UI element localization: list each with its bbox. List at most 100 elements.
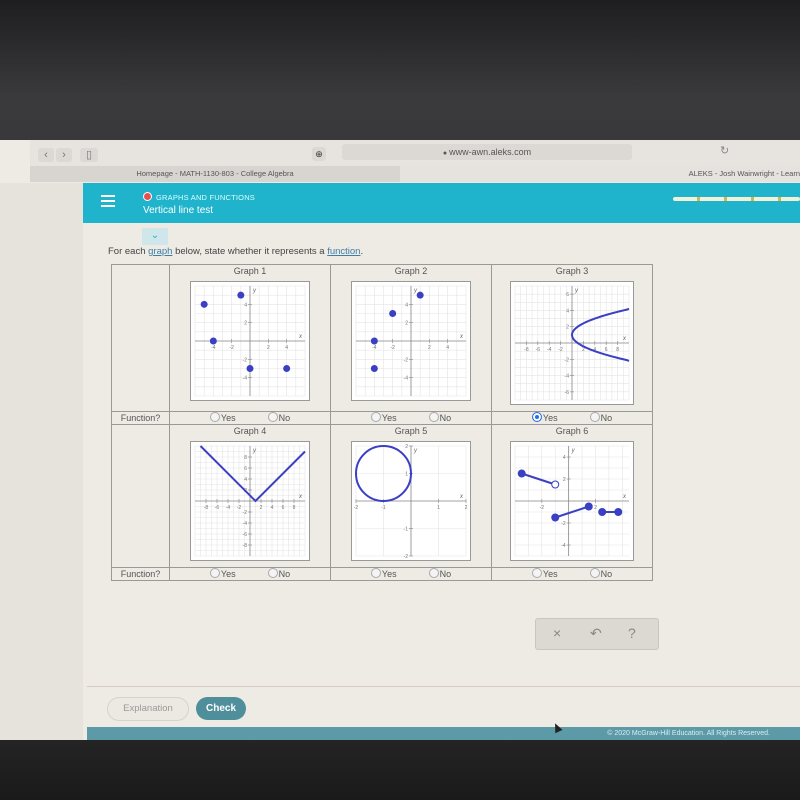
data-point bbox=[416, 291, 424, 299]
footer: © 2020 McGraw-Hill Education. All Rights… bbox=[87, 727, 800, 740]
answer-group-5: Yes No bbox=[330, 567, 492, 581]
x-tick-label: 2 bbox=[465, 505, 468, 511]
y-tick-label: -4 bbox=[565, 374, 570, 380]
graph-cell-4: Graph 4 x y -8 -6 -4 -2 2 4 6 8 -8 -6 -4 -2 2 4 6 8 bbox=[169, 424, 331, 568]
y-tick-label: -6 bbox=[243, 532, 248, 538]
left-margin bbox=[0, 183, 83, 740]
x-tick-label: -2 bbox=[229, 345, 234, 351]
graph-4-yes-radio[interactable]: Yes bbox=[209, 568, 236, 580]
graph-6-yes-radio[interactable]: Yes bbox=[531, 568, 558, 580]
graph-title-3: Graph 3 bbox=[555, 266, 589, 276]
y-tick-label: 4 bbox=[566, 308, 569, 314]
graph-1-no-radio[interactable]: No bbox=[267, 412, 290, 424]
clear-icon[interactable]: × bbox=[553, 625, 561, 641]
graph-title-2: Graph 2 bbox=[394, 266, 428, 276]
back-button[interactable]: ‹ bbox=[38, 148, 54, 162]
y-tick-label: -1 bbox=[404, 527, 409, 533]
x-tick-label: 2 bbox=[428, 345, 431, 351]
function-link[interactable]: function bbox=[327, 246, 360, 257]
x-tick-label: 6 bbox=[605, 347, 608, 353]
data-point bbox=[370, 337, 378, 345]
question-prompt: For each graph below, state whether it r… bbox=[108, 246, 363, 257]
endpoint bbox=[551, 513, 560, 522]
data-point bbox=[246, 365, 254, 372]
x-tick-label: -6 bbox=[536, 347, 541, 353]
tab-aleks[interactable]: ALEKS - Josh Wainwright - Learn bbox=[400, 166, 800, 182]
x-tick-label: -4 bbox=[226, 505, 231, 511]
extension-icon[interactable]: ⊕ bbox=[312, 147, 326, 161]
explanation-button[interactable]: Explanation bbox=[107, 697, 189, 721]
undo-icon[interactable]: ↶ bbox=[590, 625, 602, 642]
graph-6-no-radio[interactable]: No bbox=[589, 568, 612, 580]
graph-title-4: Graph 4 bbox=[233, 426, 267, 436]
x-tick-label: 4 bbox=[285, 345, 288, 351]
graph-4-no-radio[interactable]: No bbox=[267, 568, 290, 580]
graph-title-5: Graph 5 bbox=[394, 426, 428, 436]
y-tick-label: 2 bbox=[566, 325, 569, 331]
y-tick-label: 4 bbox=[563, 455, 566, 461]
y-tick-label: 4 bbox=[405, 302, 408, 308]
x-tick-label: 4 bbox=[271, 505, 274, 511]
tab-homepage[interactable]: Homepage - MATH-1130-803 - College Algeb… bbox=[30, 166, 400, 182]
y-axis-label: y bbox=[252, 448, 257, 454]
graph-5-no-radio[interactable]: No bbox=[428, 568, 451, 580]
x-tick-label: -6 bbox=[215, 505, 220, 511]
y-tick-label: 1 bbox=[405, 472, 408, 478]
graph-5-yes-radio[interactable]: Yes bbox=[370, 568, 397, 580]
x-tick-label: 6 bbox=[282, 505, 285, 511]
y-tick-label: -4 bbox=[243, 376, 248, 382]
expand-chevron-icon[interactable]: ⌄ bbox=[142, 228, 168, 245]
x-tick-label: 4 bbox=[446, 345, 449, 351]
divider bbox=[87, 686, 800, 687]
help-icon[interactable]: ? bbox=[628, 625, 636, 641]
y-axis-label: y bbox=[571, 448, 576, 454]
x-tick-label: -4 bbox=[211, 345, 216, 351]
graph-4-plot: xy-8 -6 -4 -2 2 4 6 8-8-6-4-22468 bbox=[190, 441, 310, 561]
graph-cell-2: Graph 2 x y -4 -2 2 4 -4 -2 2 4 bbox=[330, 264, 492, 412]
graph-3-no-radio[interactable]: No bbox=[589, 412, 612, 424]
prompt-text-2: below, state whether it represents a bbox=[172, 246, 328, 257]
graph-3-yes-radio[interactable]: Yes bbox=[531, 412, 558, 424]
graph-title-1: Graph 1 bbox=[233, 266, 267, 276]
graph-5-plot: x y -2 -1 1 2 -2 -1 1 2 bbox=[351, 441, 471, 561]
answer-group-2: Yes No bbox=[330, 411, 492, 425]
y-axis-label: y bbox=[574, 288, 579, 294]
graph-3-plot: xy-8 -6 -4 -2 2 4 6 8-6-4-2246 bbox=[510, 281, 634, 405]
y-tick-label: -2 bbox=[243, 510, 248, 516]
y-tick-label: -2 bbox=[565, 357, 570, 363]
graph-cell-1: Graph 1 x y -4 -2 2 4 -4 -2 2 4 bbox=[169, 264, 331, 412]
y-tick-label: 2 bbox=[405, 444, 408, 450]
graph-1-plot: x y -4 -2 2 4 -4 -2 2 4 bbox=[190, 281, 310, 401]
graph-title-6: Graph 6 bbox=[555, 426, 589, 436]
graph-2-no-radio[interactable]: No bbox=[428, 412, 451, 424]
graph-1-yes-radio[interactable]: Yes bbox=[209, 412, 236, 424]
data-point bbox=[200, 300, 208, 308]
y-tick-label: -4 bbox=[243, 521, 248, 527]
y-tick-label: 2 bbox=[563, 477, 566, 483]
graph-cell-6: Graph 6 x y -2 2 -4 -2 2 4 bbox=[491, 424, 653, 568]
y-tick-label: 2 bbox=[405, 321, 408, 327]
data-point bbox=[370, 365, 378, 372]
y-tick-label: -6 bbox=[565, 390, 570, 396]
sidebar-toggle-icon[interactable]: ▯ bbox=[80, 148, 98, 162]
graph-link[interactable]: graph bbox=[148, 246, 172, 257]
check-button[interactable]: Check bbox=[196, 697, 246, 720]
answer-group-3: Yes No bbox=[491, 411, 653, 425]
graph-2-yes-radio[interactable]: Yes bbox=[370, 412, 397, 424]
x-tick-label: -2 bbox=[540, 505, 545, 511]
x-axis-label: x bbox=[298, 494, 303, 500]
y-tick-label: -2 bbox=[404, 357, 409, 363]
answer-group-4: Yes No bbox=[169, 567, 331, 581]
reload-icon[interactable]: ↻ bbox=[720, 144, 729, 157]
address-bar[interactable]: ● www-awn.aleks.com bbox=[342, 144, 632, 160]
y-tick-label: 2 bbox=[244, 321, 247, 327]
topic-status-icon bbox=[143, 192, 152, 201]
progress-bar bbox=[673, 197, 800, 201]
screen: ‹ › ▯ ⊕ ● www-awn.aleks.com ↻ Homepage -… bbox=[0, 140, 800, 740]
y-tick-label: -4 bbox=[404, 376, 409, 382]
x-tick-label: 2 bbox=[260, 505, 263, 511]
forward-button[interactable]: › bbox=[56, 148, 72, 162]
menu-icon[interactable] bbox=[101, 195, 115, 210]
y-tick-label: -2 bbox=[404, 554, 409, 560]
x-tick-label: 2 bbox=[594, 505, 597, 511]
